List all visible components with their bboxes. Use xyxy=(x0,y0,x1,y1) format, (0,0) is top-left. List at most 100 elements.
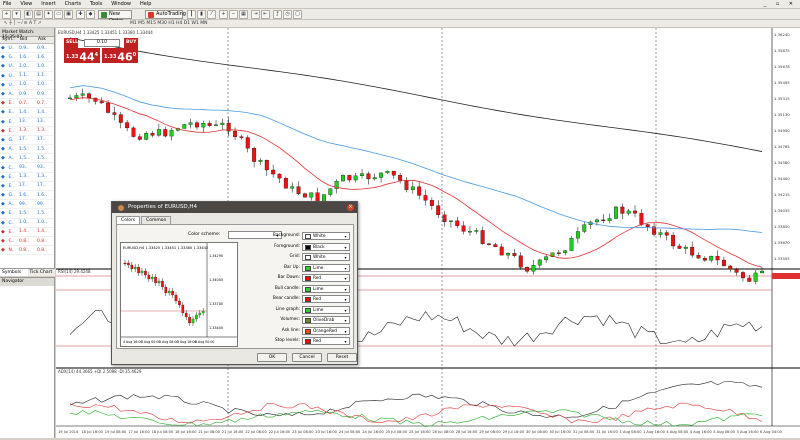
price-tick-label: 1.35130 xyxy=(774,112,790,117)
menu-item-insert[interactable]: Insert xyxy=(41,0,55,9)
list-item[interactable]: ◆ A.. 1.5.. 1.5.. xyxy=(0,154,54,164)
list-item[interactable]: ◆ E.. 0.7.. 0.7.. xyxy=(0,99,54,109)
chart-shift-icon[interactable]: ⇤ xyxy=(261,10,270,19)
tab-common[interactable]: Common xyxy=(141,216,172,224)
cell-sym: ◆ E.. xyxy=(0,183,18,189)
periods-icon[interactable]: ◷ xyxy=(283,10,292,19)
list-item[interactable]: ◆ E.. 13.. 13.. xyxy=(0,118,54,127)
symbol-text: A.. xyxy=(8,147,15,153)
list-item[interactable]: ◆ G.. 17.. 17.. xyxy=(0,136,54,146)
profiles-icon[interactable]: ▾ xyxy=(12,10,21,19)
tab-colors[interactable]: Colors xyxy=(116,216,141,224)
buy-price[interactable]: 1.33460 xyxy=(102,48,138,64)
new-chart-icon[interactable]: + xyxy=(2,10,11,19)
property-color-select[interactable]: Lime ▾ xyxy=(302,305,350,314)
preview-time-label: 5 Aug 00:00 xyxy=(141,340,160,344)
close-icon[interactable]: × xyxy=(347,204,354,211)
list-item[interactable]: ◆ C.. 0.8.. 0.8.. xyxy=(0,237,54,247)
menu-item-help[interactable]: Help xyxy=(140,0,151,9)
list-item[interactable]: ◆ C.. 93.. 93.. xyxy=(0,163,54,173)
menu-item-view[interactable]: View xyxy=(20,0,32,9)
list-item[interactable]: ◆ G.. 1.6.. 1.6.. xyxy=(0,191,54,201)
indicators-icon[interactable]: ƒ xyxy=(273,10,282,19)
candle-body xyxy=(760,270,764,274)
zoom-in-icon[interactable]: + xyxy=(219,10,228,19)
candle-body xyxy=(677,245,682,249)
property-color-select[interactable]: Lime ▾ xyxy=(302,263,350,272)
list-item[interactable]: ◆ A.. 1.5.. 1.5.. xyxy=(0,145,54,155)
menu-item-tools[interactable]: Tools xyxy=(90,0,102,9)
tile-windows-icon[interactable]: ▦ xyxy=(239,10,248,19)
menu-item-window[interactable]: Window xyxy=(111,0,131,9)
chevron-down-icon: ▾ xyxy=(344,286,347,292)
tab-symbols[interactable]: Symbols xyxy=(0,269,28,276)
list-item[interactable]: ◆ C.. 1.0.. 1.0.. xyxy=(0,219,54,228)
data-window-icon[interactable]: ▤ xyxy=(34,10,43,19)
column-header[interactable]: Sym.. xyxy=(0,37,18,43)
new-order-button[interactable]: New Order xyxy=(98,10,132,24)
navigator-icon[interactable]: ✦ xyxy=(44,10,53,19)
cancel-button[interactable]: Cancel xyxy=(292,353,322,362)
property-color-select[interactable]: Black ▾ xyxy=(302,242,350,251)
metaeditor-icon[interactable]: ◆ xyxy=(86,10,95,19)
menu-item-file[interactable]: File xyxy=(3,0,11,9)
tab-tick-chart[interactable]: Tick Chart xyxy=(28,269,56,276)
price-tick-label: 1.33555 xyxy=(774,256,790,261)
candle-body xyxy=(429,200,434,206)
bar-chart-icon[interactable]: ┃ xyxy=(187,10,196,19)
list-item[interactable]: ◆ E.. 1.3.. 1.3.. xyxy=(0,173,54,182)
dialog-title-bar[interactable]: Properties of EURUSD,H4 xyxy=(112,202,357,213)
ok-button[interactable]: OK xyxy=(257,353,287,362)
crosshair-icon[interactable]: ✚ xyxy=(76,10,85,19)
list-item[interactable]: ◆ U.. 1.0.. 1.0.. xyxy=(0,81,54,90)
property-color-select[interactable]: White ▾ xyxy=(302,232,350,240)
timeframes-bar[interactable]: M1 M5 M15 M30 H1 H4 D1 W1 MN xyxy=(130,21,208,26)
buy-button[interactable]: BUY xyxy=(124,38,138,48)
lot-size-input[interactable]: 0.10 xyxy=(84,39,120,47)
market-watch-icon[interactable]: ◧ xyxy=(24,10,33,19)
line-chart-icon[interactable]: ⁄ xyxy=(207,10,216,19)
list-item[interactable]: ◆ E.. 17.. 17.. xyxy=(0,182,54,191)
candle-body xyxy=(741,272,745,279)
list-item[interactable]: ◆ U.. 1.1.. 1.1.. xyxy=(0,72,54,81)
list-item[interactable]: ◆ U.. 1.0.. 1.0.. xyxy=(0,62,54,72)
window-controls[interactable]: _ ▫ ✕ xyxy=(764,1,797,7)
cursor-icon[interactable]: ↖ ┼ │ ─ ⁄ ≡ A T ↗ xyxy=(4,21,41,26)
list-item[interactable]: ◆ E.. 1.4.. 1.4.. xyxy=(0,108,54,118)
property-color-select[interactable]: White ▾ xyxy=(302,253,350,261)
list-item[interactable]: ◆ E.. 1.3.. 1.3.. xyxy=(0,127,54,136)
property-color-select[interactable]: OliveDrab ▾ xyxy=(302,316,350,324)
list-item[interactable]: ◆ U.. 0.9.. 0.9.. xyxy=(0,44,54,54)
candle-body xyxy=(214,124,218,126)
list-item[interactable]: ◆ E.. 1.4.. 1.4.. xyxy=(0,228,54,237)
property-color-select[interactable]: Red ▾ xyxy=(302,295,350,303)
cell-ask: 1.5.. xyxy=(37,210,48,216)
terminal-icon[interactable]: ▭ xyxy=(54,10,63,19)
autotrading-button[interactable]: AutoTrading xyxy=(145,10,186,19)
candlestick-icon[interactable]: ▮ xyxy=(197,10,206,19)
property-color-select[interactable]: Red ▾ xyxy=(302,337,350,345)
cell-sym: ◆ E.. xyxy=(0,128,18,134)
time-tick-label: 5 Aug 08:00 xyxy=(713,430,736,434)
property-color-select[interactable]: Red ▾ xyxy=(302,274,350,282)
list-item[interactable]: ◆ N.. 0.8.. 0.8.. xyxy=(0,246,54,256)
templates-icon[interactable]: ▢ xyxy=(293,10,302,19)
list-item[interactable]: ◆ A.. 99.. 99.. xyxy=(0,200,54,210)
candle-body xyxy=(423,195,428,201)
list-item[interactable]: ◆ E.. 1.5.. 1.5.. xyxy=(0,209,54,219)
list-item[interactable]: ◆ A.. 0.9.. 0.9.. xyxy=(0,90,54,100)
sell-button[interactable]: SELL xyxy=(64,38,78,48)
menu-item-charts[interactable]: Charts xyxy=(65,0,81,9)
sell-price[interactable]: 1.33444 xyxy=(64,48,100,64)
property-color-select[interactable]: Lime ▾ xyxy=(302,284,350,293)
preview-candle xyxy=(198,312,202,316)
column-header[interactable]: Ask xyxy=(36,37,54,43)
time-tick-label: 18 Jul 16:00 xyxy=(81,430,103,434)
autoscroll-icon[interactable]: ⇥ xyxy=(251,10,260,19)
reset-button[interactable]: Reset xyxy=(327,353,357,362)
strategy-tester-icon[interactable]: ▣ xyxy=(64,10,73,19)
column-header[interactable]: Bid xyxy=(18,37,36,43)
list-item[interactable]: ◆ G.. 1.6.. 1.6.. xyxy=(0,53,54,63)
property-color-select[interactable]: OrangeRed ▾ xyxy=(302,326,350,335)
zoom-out-icon[interactable]: − xyxy=(229,10,238,19)
